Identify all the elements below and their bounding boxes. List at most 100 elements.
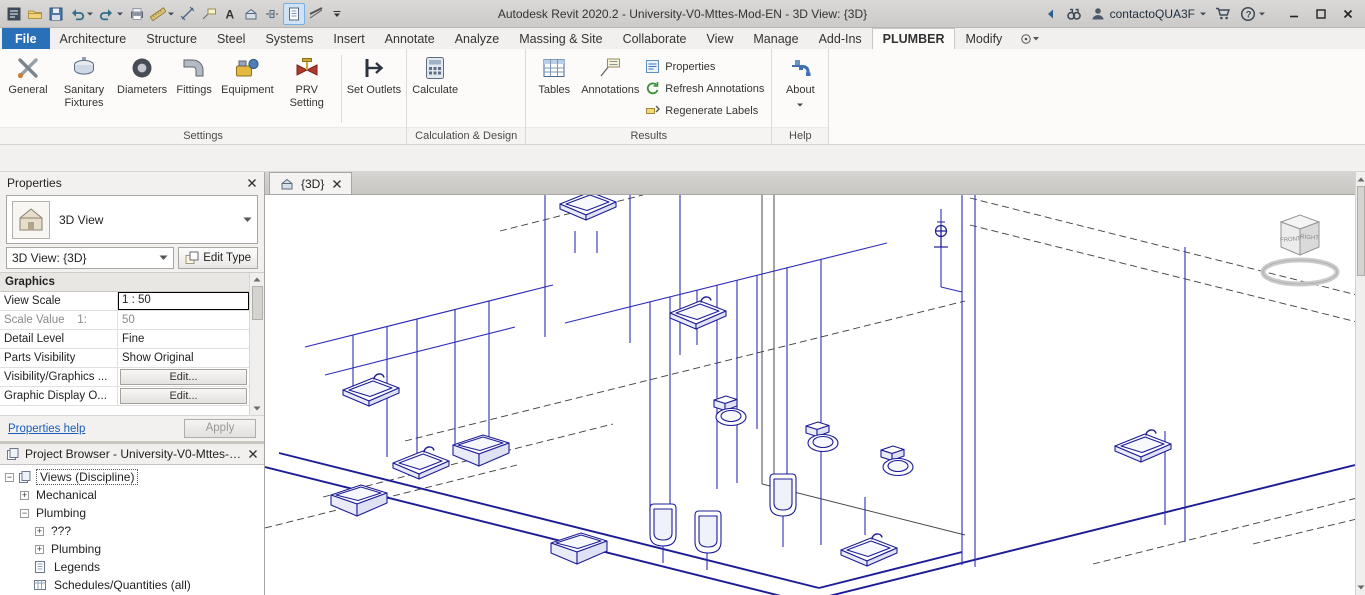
- expand-icon[interactable]: +: [20, 491, 29, 500]
- ribbon-tab-systems[interactable]: Systems: [255, 28, 323, 49]
- close-icon[interactable]: [332, 179, 342, 189]
- thin-lines-icon[interactable]: [306, 3, 326, 25]
- collapse-icon[interactable]: −: [5, 473, 14, 482]
- close-icon[interactable]: [248, 449, 258, 459]
- user-account-menu[interactable]: contactoQUA3F: [1090, 6, 1207, 22]
- tree-item-plumbing[interactable]: −Plumbing: [0, 504, 264, 522]
- ribbon-tab-architecture[interactable]: Architecture: [50, 28, 137, 49]
- project-browser-header[interactable]: Project Browser - University-V0-Mttes-Mo…: [0, 444, 264, 464]
- section-icon[interactable]: [262, 3, 282, 25]
- tree-item-plumbing[interactable]: +Plumbing: [0, 540, 264, 558]
- expand-icon[interactable]: +: [35, 545, 44, 554]
- ribbon-tab-structure[interactable]: Structure: [136, 28, 207, 49]
- customize-quick-access-icon[interactable]: [327, 3, 347, 25]
- navigate-back-icon[interactable]: [1044, 7, 1058, 21]
- set-outlets-button[interactable]: Set Outlets: [345, 51, 403, 97]
- view-selector[interactable]: 3D View: {3D}: [6, 247, 174, 269]
- edit-button[interactable]: Edit...: [120, 388, 247, 404]
- tree-item-legends[interactable]: Legends: [0, 558, 264, 576]
- scroll-down-icon[interactable]: [1357, 583, 1365, 592]
- annotations-button[interactable]: Annotations: [579, 51, 641, 97]
- property-value[interactable]: Edit...: [118, 387, 249, 405]
- fittings-button[interactable]: Fittings: [169, 51, 219, 97]
- chevron-down-icon[interactable]: [159, 255, 168, 261]
- chevron-down-icon[interactable]: [243, 217, 252, 223]
- regenerate-labels-button[interactable]: Regenerate Labels: [645, 103, 764, 118]
- text-icon[interactable]: A: [220, 3, 240, 25]
- collapse-icon[interactable]: −: [20, 509, 29, 518]
- property-value[interactable]: Edit...: [118, 368, 249, 386]
- close-button[interactable]: [1334, 3, 1361, 25]
- tree-item-schedules-quantities-all[interactable]: Schedules/Quantities (all): [0, 576, 264, 594]
- ribbon-tab-manage[interactable]: Manage: [743, 28, 808, 49]
- view-cube[interactable]: FRONT RIGHT: [1257, 210, 1343, 294]
- search-icon[interactable]: [1066, 6, 1082, 22]
- ribbon-tab-annotate[interactable]: Annotate: [375, 28, 445, 49]
- ribbon-tab-plumber[interactable]: PLUMBER: [872, 28, 956, 49]
- ribbon-tab-steel[interactable]: Steel: [207, 28, 256, 49]
- ribbon-tab-file[interactable]: File: [2, 28, 50, 49]
- save-icon[interactable]: [46, 3, 66, 25]
- open-icon[interactable]: [25, 3, 45, 25]
- edit-button[interactable]: Edit...: [120, 369, 247, 385]
- close-icon[interactable]: [247, 178, 257, 188]
- model-view[interactable]: [265, 195, 1355, 595]
- help-menu[interactable]: ?: [1240, 6, 1266, 22]
- application-menu-icon[interactable]: [4, 3, 24, 25]
- properties-help-link[interactable]: Properties help: [8, 423, 85, 435]
- tree-item-label: Mechanical: [33, 488, 100, 502]
- print-icon[interactable]: [127, 3, 147, 25]
- calculate-button[interactable]: Calculate: [410, 51, 460, 97]
- refresh-annotations-button[interactable]: Refresh Annotations: [645, 81, 764, 96]
- aligned-dimension-icon[interactable]: [178, 3, 198, 25]
- equipment-button[interactable]: Equipment: [219, 51, 276, 97]
- ribbon-tab-analyze[interactable]: Analyze: [445, 28, 509, 49]
- tree-item-item[interactable]: +???: [0, 522, 264, 540]
- view-tab-3d[interactable]: {3D}: [269, 172, 352, 194]
- properties-palette-header[interactable]: Properties: [0, 172, 264, 194]
- scroll-down-icon[interactable]: [253, 404, 261, 413]
- property-value[interactable]: 50: [118, 311, 249, 329]
- sheet-icon[interactable]: [283, 3, 305, 25]
- about-button[interactable]: About: [775, 51, 825, 109]
- ribbon-tab-add-ins[interactable]: Add-Ins: [809, 28, 872, 49]
- vertical-scrollbar[interactable]: [1355, 172, 1365, 595]
- undo-icon[interactable]: [67, 3, 96, 25]
- minimize-button[interactable]: [1280, 3, 1307, 25]
- tree-item-mechanical[interactable]: + Mechanical: [0, 486, 264, 504]
- scroll-up-icon[interactable]: [253, 275, 261, 284]
- expand-icon[interactable]: +: [35, 527, 44, 536]
- tag-by-category-icon[interactable]: [199, 3, 219, 25]
- ribbon-tab-insert[interactable]: Insert: [323, 28, 374, 49]
- scroll-up-icon[interactable]: [1357, 175, 1365, 184]
- redo-icon[interactable]: [97, 3, 126, 25]
- type-selector[interactable]: 3D View: [6, 195, 258, 244]
- properties-button[interactable]: Properties: [645, 59, 764, 74]
- ribbon-tab-modify[interactable]: Modify: [955, 28, 1012, 49]
- measure-icon[interactable]: [148, 3, 177, 25]
- tables-button[interactable]: Tables: [529, 51, 579, 97]
- ribbon-tab-collaborate[interactable]: Collaborate: [613, 28, 697, 49]
- tree-item-views-discipline[interactable]: −Views (Discipline): [0, 468, 264, 486]
- diameters-button[interactable]: Diameters: [115, 51, 169, 97]
- scroll-thumb[interactable]: [252, 286, 263, 320]
- sanitary-fixtures-button[interactable]: Sanitary Fixtures: [53, 51, 115, 109]
- edit-type-button[interactable]: Edit Type: [178, 247, 258, 269]
- cart-icon[interactable]: [1215, 6, 1232, 21]
- default-3d-view-icon[interactable]: [241, 3, 261, 25]
- ribbon-tab-view[interactable]: View: [697, 28, 744, 49]
- scroll-thumb[interactable]: [1357, 186, 1365, 276]
- property-value[interactable]: 1 : 50: [118, 292, 249, 310]
- plumbing-3d-model[interactable]: [265, 195, 1355, 595]
- property-value[interactable]: Show Original: [118, 349, 249, 367]
- ribbon-display-toggle[interactable]: [1020, 28, 1042, 49]
- ribbon-tab-massing-site[interactable]: Massing & Site: [509, 28, 612, 49]
- properties-scrollbar[interactable]: [249, 273, 264, 415]
- view-3d-icon: [279, 176, 295, 192]
- apply-button[interactable]: Apply: [184, 419, 256, 438]
- graphics-section-header[interactable]: Graphics: [0, 273, 249, 292]
- maximize-button[interactable]: [1307, 3, 1334, 25]
- general-button[interactable]: General: [3, 51, 53, 97]
- prv-setting-button[interactable]: PRV Setting: [276, 51, 338, 109]
- property-value[interactable]: Fine: [118, 330, 249, 348]
